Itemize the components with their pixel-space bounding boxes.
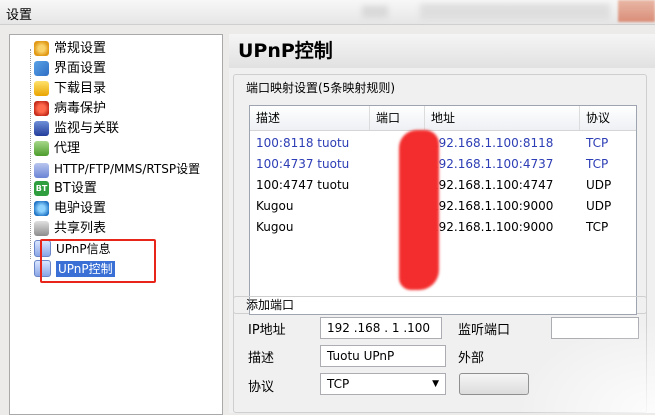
protocol-label: 协议 (248, 380, 275, 395)
virus-shield-icon (34, 100, 49, 116)
tree-item-label: 电驴设置 (54, 201, 107, 216)
table-row[interactable]: 100:8118 tuotu 192.168.1.100:8118 TCP (250, 133, 636, 154)
tree-item-label: UPnP信息 (56, 242, 111, 256)
cell-protocol: TCP (586, 157, 609, 171)
cell-address: 192.168.1.100:8118 (431, 136, 554, 150)
external-port-label: 外部 (458, 351, 485, 366)
table-row[interactable]: 100:4747 tuotu 192.168.1.100:4747 UDP (250, 175, 636, 196)
window-title: 设置 (6, 8, 33, 23)
tree-item-label: 界面设置 (54, 61, 107, 76)
redaction-mark (399, 130, 439, 290)
tree-item-interface[interactable]: 界面设置 (34, 59, 106, 79)
tree-item-proxy[interactable]: 代理 (34, 139, 80, 159)
cell-description: Kugou (256, 220, 294, 234)
ip-address-input[interactable]: 192 .168 . 1 .100 (320, 317, 442, 339)
cell-address: 192.168.1.100:9000 (431, 220, 554, 234)
cell-description: 100:4737 tuotu (256, 157, 350, 171)
main-panel: UPnP控制 端口映射设置(5条映射规则) 描述 端口 地址 协议 100:81… (229, 34, 655, 413)
cell-description: 100:4747 tuotu (256, 178, 350, 192)
page-title: UPnP控制 (229, 34, 655, 68)
interface-icon (34, 60, 49, 76)
tree-item-label: 病毒保护 (54, 101, 107, 116)
tree-item-label: HTTP/FTP/MMS/RTSP设置 (54, 162, 201, 176)
gear-icon (34, 40, 49, 56)
add-button[interactable] (459, 373, 529, 395)
close-button[interactable] (618, 0, 655, 22)
tree-item-share-list[interactable]: 共享列表 (34, 219, 106, 239)
tree-item-label: 常规设置 (54, 41, 107, 56)
title-bar-blur (362, 6, 388, 18)
cell-address: 192.168.1.100:4737 (431, 157, 554, 171)
description-input[interactable]: Tuotu UPnP (320, 345, 446, 367)
column-header-port[interactable]: 端口 (370, 106, 425, 130)
settings-tree: 常规设置 界面设置 下载目录 病毒保护 监视与关联 代理 HTTP/FTP/MM… (9, 34, 223, 415)
column-header-description[interactable]: 描述 (250, 106, 370, 130)
folder-download-icon (34, 80, 49, 96)
tree-item-label: 代理 (54, 141, 81, 156)
tree-item-bt-settings[interactable]: BT BT设置 (34, 179, 97, 199)
tree-item-emule-settings[interactable]: 电驴设置 (34, 199, 106, 219)
proxy-icon (34, 140, 49, 156)
protocol-select[interactable]: TCP ▼ (320, 373, 446, 395)
cell-description: Kugou (256, 199, 294, 213)
tree-item-monitor[interactable]: 监视与关联 (34, 119, 119, 139)
tree-item-label: 共享列表 (54, 221, 107, 236)
table-row[interactable]: 100:4737 tuotu 192.168.1.100:4737 TCP (250, 154, 636, 175)
table-row[interactable]: Kugou 192.168.1.100:9000 UDP (250, 196, 636, 217)
table-row[interactable]: Kugou 192.168.1.100:9000 TCP (250, 217, 636, 238)
protocol-select-value: TCP (327, 377, 350, 391)
tree-item-virus-protection[interactable]: 病毒保护 (34, 99, 106, 119)
list-header: 描述 端口 地址 协议 (250, 106, 636, 131)
upnp-control-icon (34, 259, 51, 277)
tree-connector (30, 49, 31, 259)
add-port-group-label: 添加端口 (246, 298, 295, 312)
column-header-address[interactable]: 地址 (425, 106, 580, 130)
cell-address: 192.168.1.100:9000 (431, 199, 554, 213)
tree-item-label: 下载目录 (54, 81, 107, 96)
bt-icon: BT (34, 180, 49, 196)
emule-icon (34, 200, 49, 216)
ip-address-label: IP地址 (248, 323, 286, 338)
title-bar-blur (420, 4, 610, 20)
column-header-protocol[interactable]: 协议 (580, 106, 636, 130)
cell-description: 100:8118 tuotu (256, 136, 350, 150)
cell-address: 192.168.1.100:4747 (431, 178, 554, 192)
cell-protocol: TCP (586, 136, 609, 150)
tree-item-download-dir[interactable]: 下载目录 (34, 79, 106, 99)
upnp-info-icon (34, 239, 51, 257)
monitor-icon (34, 120, 49, 136)
tree-item-general[interactable]: 常规设置 (34, 39, 106, 59)
cell-protocol: UDP (586, 199, 612, 213)
title-bar: 设置 (0, 0, 655, 25)
share-list-icon (34, 220, 49, 236)
tree-item-label: UPnP控制 (56, 261, 115, 277)
tree-item-label: BT设置 (54, 181, 97, 196)
tree-item-upnp-info[interactable]: UPnP信息 (34, 239, 111, 259)
port-mapping-list[interactable]: 描述 端口 地址 协议 100:8118 tuotu 192.168.1.100… (249, 105, 637, 315)
listen-port-label: 监听端口 (458, 323, 511, 338)
chevron-down-icon: ▼ (432, 379, 439, 389)
cell-protocol: UDP (586, 178, 612, 192)
tree-item-http-settings[interactable]: HTTP/FTP/MMS/RTSP设置 (34, 159, 200, 179)
tree-item-upnp-control[interactable]: UPnP控制 (34, 259, 115, 279)
cell-protocol: TCP (586, 220, 609, 234)
description-label: 描述 (248, 351, 275, 366)
listen-port-input[interactable] (551, 317, 639, 339)
protocol-icon (34, 162, 49, 178)
port-mapping-group-label: 端口映射设置(5条映射规则) (246, 81, 395, 95)
tree-item-label: 监视与关联 (54, 121, 120, 136)
